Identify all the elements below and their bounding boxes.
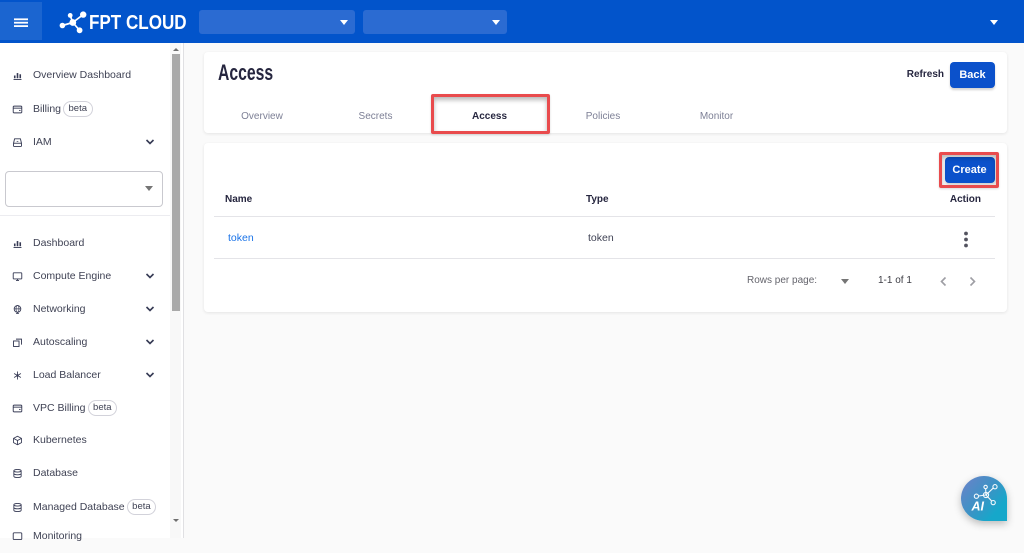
svg-text:AI: AI <box>971 500 985 514</box>
